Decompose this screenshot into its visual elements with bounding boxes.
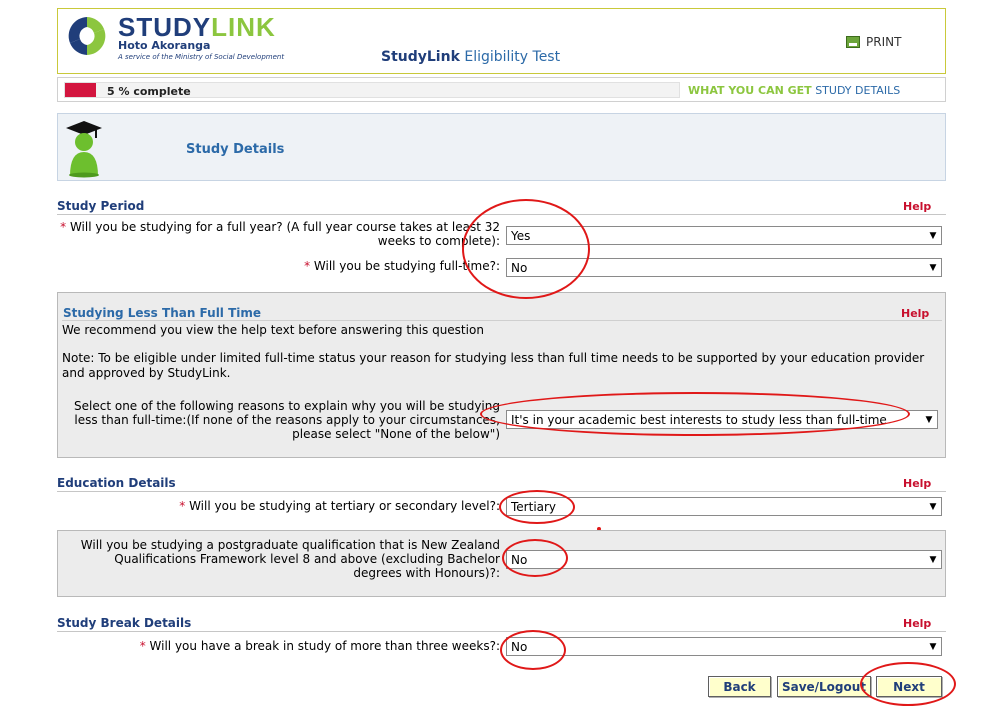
study-details-title: Study Details: [186, 142, 285, 157]
graduate-icon: [66, 121, 102, 178]
app-title: StudyLink Eligibility Test: [381, 49, 560, 65]
study-level-select-value: Tertiary: [511, 499, 557, 514]
section-divider: [57, 214, 946, 215]
help-recommendation-text: We recommend you view the help text befo…: [62, 323, 484, 337]
reason-select-value: It's in your academic best interests to …: [511, 412, 887, 427]
section-divider: [57, 631, 946, 632]
brand-name-part1: STUDY: [118, 12, 212, 42]
step-links: WHAT YOU CAN GET STUDY DETAILS: [688, 84, 900, 97]
dropdown-arrow-icon: ▼: [925, 414, 933, 425]
full-year-select[interactable]: Yes ▼: [506, 226, 942, 245]
progress-fill: [65, 83, 96, 97]
reason-select[interactable]: It's in your academic best interests to …: [506, 410, 938, 429]
eligibility-note-text: Note: To be eligible under limited full-…: [62, 351, 925, 380]
education-details-heading: Education Details: [57, 476, 176, 490]
link-study-details[interactable]: STUDY DETAILS: [815, 84, 900, 97]
reason-question-label: Select one of the following reasons to e…: [74, 399, 500, 441]
less-than-full-time-heading: Studying Less Than Full Time: [63, 306, 262, 320]
study-break-help-link[interactable]: Help: [903, 617, 931, 630]
study-break-select-value: No: [511, 639, 528, 654]
app-title-bold: StudyLink: [381, 49, 460, 65]
page-header: STUDYLINK Hoto Akoranga A service of the…: [57, 8, 946, 74]
dropdown-arrow-icon: ▼: [929, 554, 937, 565]
full-time-question-text: Will you be studying full-time?:: [313, 259, 500, 273]
next-button[interactable]: Next: [876, 676, 942, 697]
study-break-question-label: * Will you have a break in study of more…: [60, 639, 500, 653]
print-button[interactable]: PRINT: [846, 35, 901, 49]
required-marker: *: [139, 639, 146, 653]
less-than-full-time-help-link[interactable]: Help: [901, 307, 929, 320]
required-marker: *: [60, 220, 67, 234]
dropdown-arrow-icon: ▼: [929, 262, 937, 273]
study-period-help-link[interactable]: Help: [903, 200, 931, 213]
full-year-question-label: * Will you be studying for a full year? …: [60, 220, 500, 248]
section-divider: [57, 491, 946, 492]
study-break-select[interactable]: No ▼: [506, 637, 942, 656]
level-question-label: * Will you be studying at tertiary or se…: [60, 499, 500, 513]
dropdown-arrow-icon: ▼: [929, 230, 937, 241]
study-break-heading: Study Break Details: [57, 616, 192, 630]
section-divider: [62, 320, 942, 321]
print-label: PRINT: [866, 35, 902, 49]
postgraduate-select-value: No: [511, 552, 528, 567]
brand-tagline: A service of the Ministry of Social Deve…: [118, 53, 285, 61]
save-logout-button[interactable]: Save/Logout: [777, 676, 871, 697]
education-help-link[interactable]: Help: [903, 477, 931, 490]
full-time-question-label: * Will you be studying full-time?:: [60, 259, 500, 273]
dropdown-arrow-icon: ▼: [929, 501, 937, 512]
brand-name-part2: LINK: [211, 12, 276, 42]
studylink-logo-icon: [68, 17, 106, 55]
dropdown-arrow-icon: ▼: [929, 641, 937, 652]
back-button[interactable]: Back: [708, 676, 771, 697]
progress-bar-container: 5 % complete WHAT YOU CAN GET STUDY DETA…: [57, 77, 946, 102]
brand-name: STUDYLINK: [118, 12, 276, 42]
required-marker: *: [179, 499, 186, 513]
full-year-question-text: Will you be studying for a full year? (A…: [69, 220, 500, 248]
full-year-select-value: Yes: [511, 228, 531, 243]
app-title-rest: Eligibility Test: [464, 49, 561, 65]
postgraduate-question-label: Will you be studying a postgraduate qual…: [80, 538, 500, 580]
printer-icon: [846, 36, 860, 48]
link-what-you-can-get[interactable]: WHAT YOU CAN GET: [688, 84, 812, 97]
full-time-select[interactable]: No ▼: [506, 258, 942, 277]
study-period-heading: Study Period: [57, 199, 145, 213]
brand-subtitle: Hoto Akoranga: [118, 39, 211, 52]
required-marker: *: [304, 259, 311, 273]
study-details-banner: Study Details: [57, 113, 946, 181]
study-level-select[interactable]: Tertiary ▼: [506, 497, 942, 516]
progress-label: 5 % complete: [107, 85, 191, 98]
progress-track: 5 % complete: [64, 82, 680, 98]
postgraduate-select[interactable]: No ▼: [506, 550, 942, 569]
full-time-select-value: No: [511, 260, 528, 275]
study-break-question-text: Will you have a break in study of more t…: [149, 639, 500, 653]
level-question-text: Will you be studying at tertiary or seco…: [189, 499, 500, 513]
